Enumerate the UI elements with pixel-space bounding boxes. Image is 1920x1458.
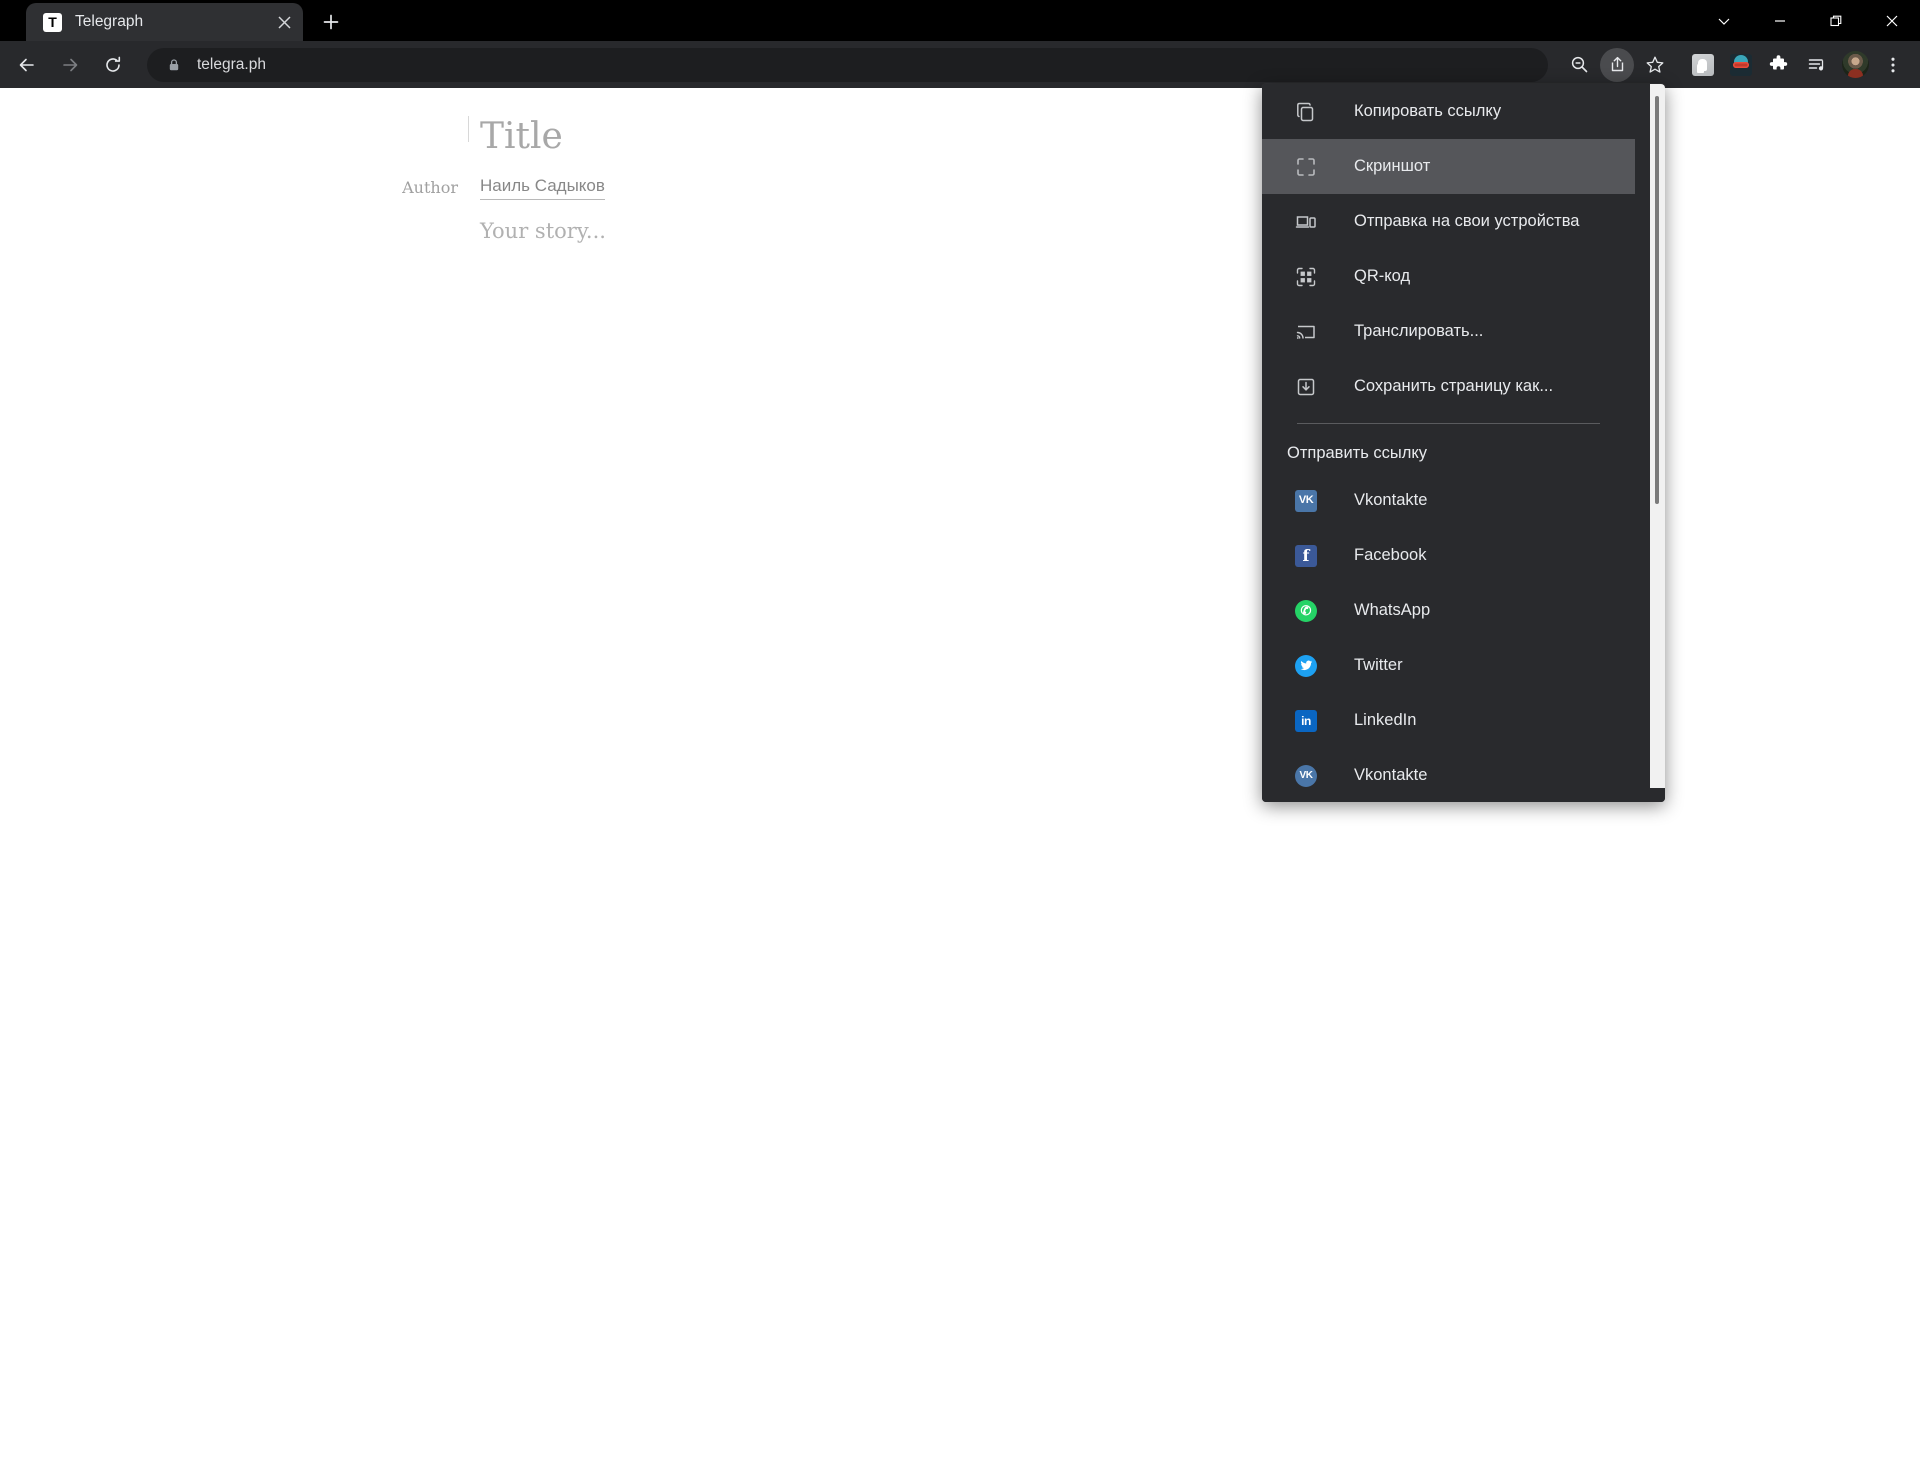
share-target-linkedin[interactable]: in LinkedIn <box>1262 693 1635 748</box>
maximize-button[interactable] <box>1808 0 1864 41</box>
share-icon[interactable] <box>1600 47 1634 82</box>
share-target-label: Vkontakte <box>1354 766 1428 784</box>
menu-scroll-area: Копировать ссылку Скриншот Отправка на с… <box>1262 84 1665 788</box>
browser-tab[interactable]: T Telegraph <box>26 3 303 41</box>
menu-item-cast[interactable]: Транслировать... <box>1262 304 1635 359</box>
menu-scrollbar-thumb[interactable] <box>1655 96 1659 504</box>
favicon-letter: T <box>48 14 57 30</box>
share-target-label: Vkontakte <box>1354 491 1428 509</box>
menu-item-save-page-as[interactable]: Сохранить страницу как... <box>1262 359 1635 414</box>
whatsapp-icon: ✆ <box>1294 599 1318 623</box>
avatar <box>1841 51 1869 78</box>
tab-title: Telegraph <box>75 13 144 30</box>
menu-item-label: QR-код <box>1354 267 1411 285</box>
share-target-label: WhatsApp <box>1354 601 1431 619</box>
share-section-title: Отправить ссылку <box>1287 444 1428 462</box>
browser-toolbar: telegra.ph <box>0 41 1920 88</box>
menu-list: Копировать ссылку Скриншот Отправка на с… <box>1262 84 1635 788</box>
menu-item-qr-code[interactable]: QR-код <box>1262 249 1635 304</box>
menu-scrollbar[interactable] <box>1650 84 1665 788</box>
share-target-label: Facebook <box>1354 546 1427 564</box>
chevron-down-icon <box>1718 18 1730 25</box>
back-button[interactable] <box>10 48 44 82</box>
plus-icon <box>323 14 339 30</box>
menu-item-label: Копировать ссылку <box>1354 102 1502 120</box>
share-target-vkontakte-2[interactable]: VK Vkontakte <box>1262 748 1635 788</box>
minimize-button[interactable] <box>1752 0 1808 41</box>
send-to-devices-icon <box>1294 210 1318 234</box>
close-window-button[interactable] <box>1864 0 1920 41</box>
new-tab-button[interactable] <box>316 7 346 37</box>
screenshot-crop-icon <box>1294 155 1318 179</box>
media-controls-icon[interactable] <box>1800 48 1834 82</box>
menu-item-label: Транслировать... <box>1354 322 1484 340</box>
lock-icon <box>164 55 184 75</box>
menu-footer <box>1262 788 1665 802</box>
twitter-icon <box>1294 654 1318 678</box>
menu-item-send-to-devices[interactable]: Отправка на свои устройства <box>1262 194 1635 249</box>
extension-character-icon[interactable] <box>1724 48 1758 82</box>
save-page-icon <box>1294 375 1318 399</box>
menu-item-label: Отправка на свои устройства <box>1354 212 1580 230</box>
browser-window: T Telegraph telegra.ph <box>0 0 1920 88</box>
tab-strip: T Telegraph <box>0 0 1920 41</box>
reload-button[interactable] <box>96 48 130 82</box>
copy-icon <box>1294 100 1318 124</box>
reload-icon <box>106 56 121 72</box>
forward-button[interactable] <box>53 48 87 82</box>
toolbar-actions <box>1560 41 1920 88</box>
linkedin-icon: in <box>1294 709 1318 733</box>
window-controls <box>1696 0 1920 41</box>
close-icon[interactable] <box>271 9 297 35</box>
facebook-icon: f <box>1294 544 1318 568</box>
menu-item-label: Скриншот <box>1354 157 1431 175</box>
address-bar-url: telegra.ph <box>197 55 266 73</box>
zoom-out-icon[interactable] <box>1562 48 1596 82</box>
menu-item-screenshot[interactable]: Скриншот <box>1262 139 1635 194</box>
share-target-vkontakte[interactable]: VK Vkontakte <box>1262 473 1635 528</box>
page-title[interactable]: Title <box>480 115 1240 158</box>
close-icon <box>1886 15 1898 26</box>
author-divider <box>468 116 469 142</box>
author-row: Author Наиль Садыков <box>402 116 1240 201</box>
vkontakte-square-icon: VK <box>1294 489 1318 513</box>
author-label: Author <box>402 177 458 197</box>
chrome-menu-icon[interactable] <box>1876 48 1910 82</box>
maximize-restore-icon <box>1830 15 1842 26</box>
telegraph-favicon: T <box>43 12 62 32</box>
share-target-whatsapp[interactable]: ✆ WhatsApp <box>1262 583 1635 638</box>
menu-item-label: Сохранить страницу как... <box>1354 377 1554 395</box>
bookmark-star-icon[interactable] <box>1638 48 1672 82</box>
arrow-left-icon <box>19 58 34 71</box>
minimize-icon <box>1775 19 1785 22</box>
share-target-label: LinkedIn <box>1354 711 1417 729</box>
share-target-twitter[interactable]: Twitter <box>1262 638 1635 693</box>
extension-cursor-icon[interactable] <box>1686 48 1720 82</box>
profile-avatar[interactable] <box>1838 48 1872 82</box>
story-placeholder[interactable]: Your story... <box>480 219 1240 243</box>
share-target-label: Twitter <box>1354 656 1403 674</box>
menu-item-copy-link[interactable]: Копировать ссылку <box>1262 84 1635 139</box>
share-target-facebook[interactable]: f Facebook <box>1262 528 1635 583</box>
qr-code-icon <box>1294 265 1318 289</box>
arrow-right-icon <box>63 58 78 71</box>
telegraph-article: Title Author Наиль Садыков Your story... <box>402 115 1240 243</box>
extensions-puzzle-icon[interactable] <box>1762 48 1796 82</box>
address-bar[interactable]: telegra.ph <box>147 47 1548 82</box>
vkontakte-circle-icon: VK <box>1294 764 1318 788</box>
share-menu-popup: Копировать ссылку Скриншот Отправка на с… <box>1262 84 1665 802</box>
author-name-link[interactable]: Наиль Садыков <box>480 174 605 200</box>
cast-icon <box>1294 320 1318 344</box>
tab-search-button[interactable] <box>1696 0 1752 41</box>
